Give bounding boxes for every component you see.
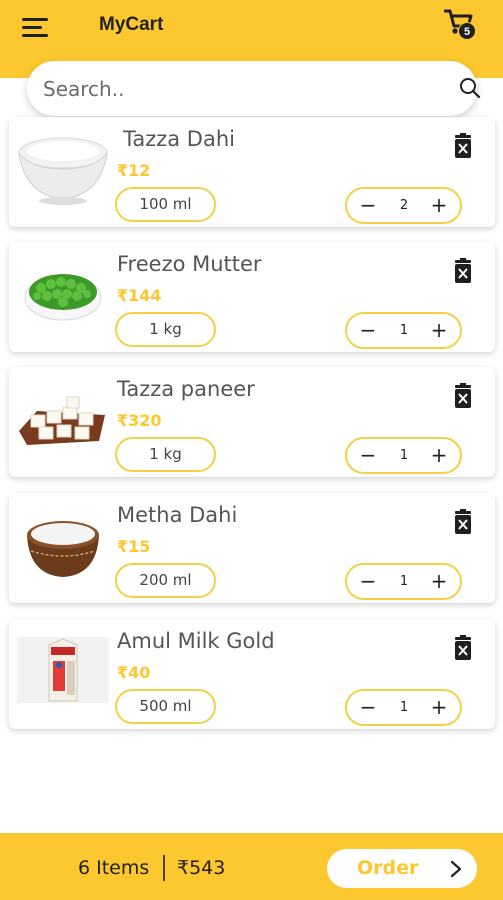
page-title: MyCart [99,14,164,35]
unit-selector[interactable]: 100 ml [115,187,216,222]
item-name: Amul Milk Gold [117,629,275,653]
unit-selector[interactable]: 200 ml [115,563,216,598]
item-price: ₹144 [117,286,162,305]
cart-item: Amul Milk Gold ₹40 500 ml − 1 + [9,619,495,729]
item-price: ₹15 [117,537,151,556]
quantity-value: 1 [399,574,409,589]
quantity-value: 1 [399,448,409,463]
paneer-image [19,396,105,445]
milk-carton-image [17,637,109,703]
increase-button[interactable]: + [422,565,456,598]
item-name: Freezo Mutter [117,252,262,276]
increase-button[interactable]: + [422,439,456,472]
unit-selector[interactable]: 1 kg [115,437,216,472]
quantity-value: 2 [399,198,409,213]
increase-button[interactable]: + [422,691,456,724]
quantity-value: 1 [399,700,409,715]
quantity-stepper: − 2 + [345,187,462,224]
decrease-button[interactable]: − [351,439,385,472]
green-peas-image [24,274,102,321]
quantity-stepper: − 1 + [345,312,462,349]
decrease-button[interactable]: − [351,314,385,347]
delete-icon[interactable] [452,509,474,535]
delete-icon[interactable] [452,258,474,284]
item-price: ₹12 [117,161,151,180]
order-label: Order [357,857,419,879]
increase-button[interactable]: + [422,314,456,347]
increase-button[interactable]: + [422,189,456,222]
cart-button[interactable]: 5 [443,8,478,42]
cart-item: Freezo Mutter ₹144 1 kg − 1 + [9,242,495,352]
unit-selector[interactable]: 500 ml [115,689,216,724]
item-count: 6 Items [78,857,150,879]
decrease-button[interactable]: − [351,565,385,598]
item-price: ₹320 [117,411,162,430]
delete-icon[interactable] [452,383,474,409]
item-price: ₹40 [117,663,151,682]
cart-item: Tazza Dahi ₹12 100 ml − 2 + [9,117,495,227]
quantity-stepper: − 1 + [345,563,462,600]
menu-icon[interactable] [22,16,50,38]
search-icon[interactable] [459,77,481,99]
item-name: Tazza Dahi [123,127,235,151]
unit-selector[interactable]: 1 kg [115,312,216,347]
cart-item: Tazza paneer ₹320 1 kg − 1 + [9,367,495,477]
cart-item: Metha Dahi ₹15 200 ml − 1 + [9,493,495,603]
checkout-bar: 6 Items ₹543 Order [0,833,503,900]
quantity-stepper: − 1 + [345,689,462,726]
decrease-button[interactable]: − [351,189,385,222]
curd-bowl-image [18,137,108,205]
order-button[interactable]: Order [327,849,477,888]
search-input[interactable] [43,73,423,105]
delete-icon[interactable] [452,133,474,159]
item-name: Metha Dahi [117,503,238,527]
cart-count-badge: 5 [458,22,476,40]
cart-total: ₹543 [177,857,226,879]
quantity-stepper: − 1 + [345,437,462,474]
quantity-value: 1 [399,323,409,338]
clay-pot-curd-image [27,521,99,577]
divider [163,855,165,881]
chevron-right-icon [450,861,462,877]
item-name: Tazza paneer [117,377,255,401]
search-bar [27,61,481,116]
decrease-button[interactable]: − [351,691,385,724]
delete-icon[interactable] [452,635,474,661]
